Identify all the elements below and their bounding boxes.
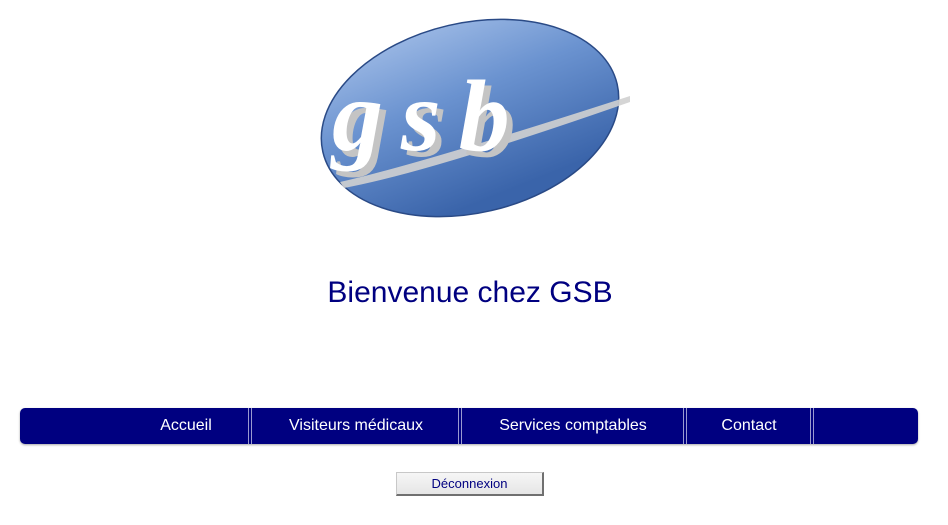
nav-item-visiteurs-medicaux[interactable]: Visiteurs médicaux bbox=[256, 408, 456, 444]
nav-separator bbox=[683, 408, 687, 444]
nav-separator bbox=[248, 408, 252, 444]
gsb-logo-graphic: gsb gsb bbox=[320, 18, 630, 218]
main-navbar: Accueil Visiteurs médicaux Services comp… bbox=[20, 408, 918, 444]
nav-item-accueil[interactable]: Accueil bbox=[130, 408, 242, 444]
nav-separator bbox=[810, 408, 814, 444]
nav-separator bbox=[458, 408, 462, 444]
page-title: Bienvenue chez GSB bbox=[327, 276, 613, 309]
logout-button[interactable]: Déconnexion bbox=[396, 472, 544, 496]
nav-item-contact[interactable]: Contact bbox=[689, 408, 809, 444]
logo-text: gsb bbox=[330, 60, 528, 173]
nav-item-services-comptables[interactable]: Services comptables bbox=[466, 408, 680, 444]
gsb-logo: gsb gsb bbox=[300, 14, 640, 224]
